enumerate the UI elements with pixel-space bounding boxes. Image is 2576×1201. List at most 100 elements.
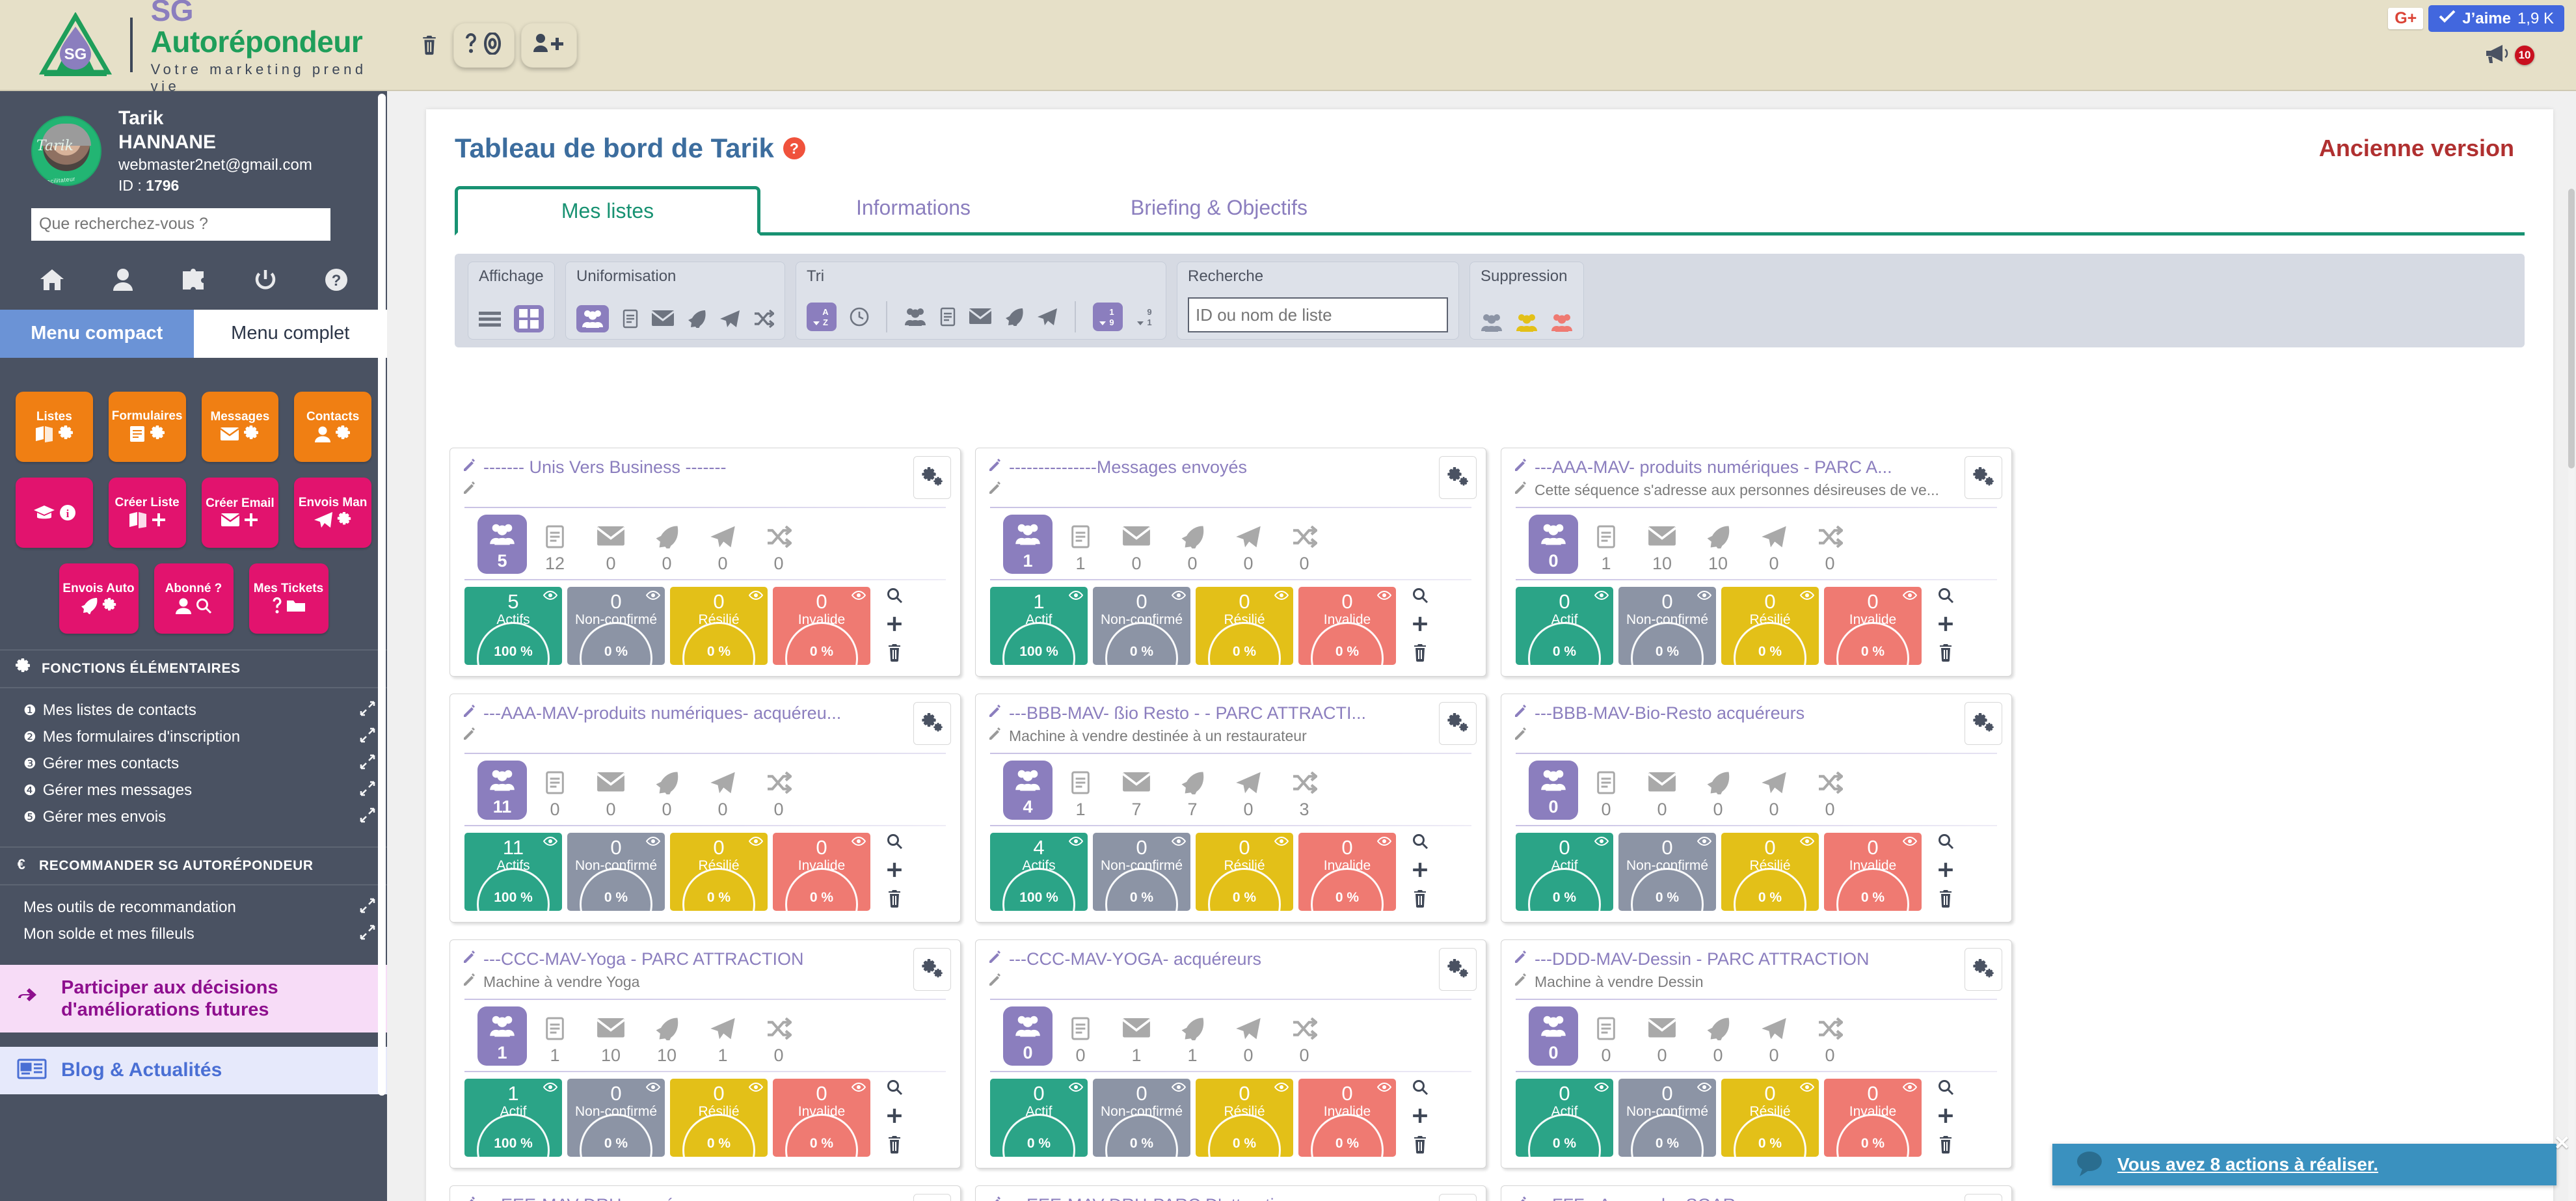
- trash-icon[interactable]: [887, 889, 902, 911]
- eye-icon[interactable]: [851, 1082, 866, 1096]
- google-plus-button[interactable]: G+: [2388, 7, 2424, 30]
- plus-icon[interactable]: [886, 1107, 903, 1127]
- card-metric-rocket-icon[interactable]: 0: [639, 767, 695, 820]
- status-box-green[interactable]: 11 Actifs 100 %: [464, 833, 562, 911]
- status-box-red[interactable]: 0 Invalide 0 %: [1298, 1079, 1396, 1157]
- status-box-green[interactable]: 5 Actifs 100 %: [464, 587, 562, 666]
- eye-icon[interactable]: [543, 590, 558, 604]
- tile-abonne[interactable]: Abonné ?: [154, 563, 234, 634]
- eye-icon[interactable]: [1697, 1082, 1712, 1096]
- trash-icon[interactable]: [887, 1135, 902, 1157]
- expand-icon[interactable]: [360, 701, 375, 721]
- list-card[interactable]: ---AAA-MAV-produits numériques- acquéreu…: [449, 694, 961, 923]
- eye-icon[interactable]: [1902, 1082, 1918, 1096]
- trash-icon[interactable]: [412, 28, 447, 62]
- tile-formation[interactable]: i: [16, 477, 93, 548]
- plus-icon[interactable]: [886, 615, 903, 636]
- edit-pencil-icon[interactable]: [987, 481, 1003, 499]
- card-metric-contacts-icon[interactable]: 0: [1529, 761, 1578, 820]
- card-metric-paperplane-icon[interactable]: 0: [1746, 521, 1802, 574]
- card-metric-contacts-icon[interactable]: 0: [1529, 1006, 1578, 1066]
- status-box-grey[interactable]: 0 Non-confirmé 0 %: [1093, 833, 1190, 911]
- tab-briefing-objectifs[interactable]: Briefing & Objectifs: [1066, 183, 1372, 232]
- eye-icon[interactable]: [1171, 1082, 1187, 1096]
- sidebar-item-mes-outils-de-recommandation[interactable]: Mes outils de recommandation: [23, 895, 375, 921]
- status-box-red[interactable]: 0 Invalide 0 %: [1298, 833, 1396, 911]
- list-card[interactable]: ---CCC-MAV-Yoga - PARC ATTRACTION Machine…: [449, 939, 961, 1168]
- status-box-grey[interactable]: 0 Non-confirmé 0 %: [1618, 587, 1716, 666]
- list-card[interactable]: ---EEE-MAV-DRH acquéreurs0000000Actif0 %…: [449, 1185, 961, 1201]
- card-metric-shuffle-icon[interactable]: 0: [1802, 767, 1858, 820]
- status-box-red[interactable]: 0 Invalide 0 %: [1824, 833, 1922, 911]
- card-metric-shuffle-icon[interactable]: 3: [1276, 767, 1332, 820]
- eye-icon[interactable]: [645, 1082, 661, 1096]
- tab-menu-compact[interactable]: Menu compact: [0, 309, 194, 358]
- plus-icon[interactable]: [1937, 615, 1954, 636]
- card-metric-rocket-icon[interactable]: 10: [639, 1013, 695, 1066]
- sidebar-scrollbar[interactable]: [378, 94, 386, 1096]
- list-card[interactable]: ---FFF - Apprendre SGAR0000000Actif0 %0N…: [1501, 1185, 2012, 1201]
- status-box-grey[interactable]: 0 Non-confirmé 0 %: [1618, 1079, 1716, 1157]
- edit-pencil-icon[interactable]: [462, 727, 477, 745]
- eye-icon[interactable]: [1274, 590, 1289, 604]
- edit-pencil-icon[interactable]: [1513, 1195, 1529, 1201]
- contacts-grey-icon[interactable]: [1481, 313, 1503, 332]
- plus-icon[interactable]: [886, 861, 903, 882]
- card-metric-paperplane-icon[interactable]: 0: [1746, 767, 1802, 820]
- card-metric-form-icon[interactable]: 1: [1578, 521, 1634, 574]
- card-metric-paperplane-icon[interactable]: 1: [695, 1013, 751, 1066]
- sidebar-item-mes-listes-de-contacts[interactable]: ❶ Mes listes de contacts: [23, 697, 375, 724]
- eye-icon[interactable]: [1068, 1082, 1084, 1096]
- eye-icon[interactable]: [1068, 590, 1084, 604]
- search-icon[interactable]: [886, 587, 903, 607]
- eye-icon[interactable]: [1594, 836, 1609, 850]
- status-box-yellow[interactable]: 0 Résilié 0 %: [1196, 1079, 1293, 1157]
- card-metric-shuffle-icon[interactable]: 0: [751, 521, 807, 574]
- status-box-yellow[interactable]: 0 Résilié 0 %: [670, 833, 768, 911]
- tile-contacts[interactable]: Contacts: [294, 391, 371, 462]
- avatar[interactable]: Tarik Le Facilitateur: [31, 115, 101, 186]
- status-box-yellow[interactable]: 0 Résilié 0 %: [670, 1079, 768, 1157]
- search-icon[interactable]: [1412, 1079, 1429, 1099]
- list-search-input[interactable]: [1188, 297, 1448, 332]
- brand-logo[interactable]: SG SG Autorépondeur Votre marketing pren…: [0, 0, 387, 94]
- status-box-grey[interactable]: 0 Non-confirmé 0 %: [567, 833, 665, 911]
- status-box-red[interactable]: 0 Invalide 0 %: [1298, 587, 1396, 666]
- card-metric-contacts-icon[interactable]: 1: [1003, 515, 1053, 574]
- tab-informations[interactable]: Informations: [760, 183, 1066, 232]
- edit-pencil-icon[interactable]: [462, 1195, 477, 1201]
- contacts-icon[interactable]: [904, 307, 926, 327]
- card-metric-envelope-icon[interactable]: 7: [1108, 767, 1164, 820]
- eye-icon[interactable]: [1171, 836, 1187, 850]
- contacts-yellow-icon[interactable]: [1516, 313, 1538, 332]
- eye-icon[interactable]: [1902, 590, 1918, 604]
- list-card[interactable]: ---EEE-MAV-DRH-PARC D'attraction0111000A…: [975, 1185, 1486, 1201]
- rocket-icon[interactable]: [687, 310, 706, 328]
- notification-badge[interactable]: 10: [2515, 45, 2534, 65]
- tile-envois-man[interactable]: Envois Man: [294, 477, 371, 548]
- tile-formulaires[interactable]: Formulaires: [108, 391, 186, 462]
- card-metric-envelope-icon[interactable]: 10: [1634, 521, 1690, 574]
- tile-mes-tickets[interactable]: Mes Tickets: [248, 563, 329, 634]
- eye-icon[interactable]: [1376, 1082, 1392, 1096]
- card-settings-button[interactable]: [1965, 1194, 2002, 1201]
- card-metric-paperplane-icon[interactable]: 0: [1746, 1013, 1802, 1066]
- card-metric-paperplane-icon[interactable]: 0: [1220, 521, 1276, 574]
- eye-icon[interactable]: [1594, 590, 1609, 604]
- paperplane-icon[interactable]: [719, 310, 740, 328]
- list-view-icon[interactable]: [479, 310, 501, 327]
- status-box-green[interactable]: 1 Actif 100 %: [464, 1079, 562, 1157]
- eye-icon[interactable]: [851, 590, 866, 604]
- eye-icon[interactable]: [1799, 1082, 1815, 1096]
- status-box-grey[interactable]: 0 Non-confirmé 0 %: [1618, 833, 1716, 911]
- list-card[interactable]: ---------------Messages envoyés 1 1 0 0 0 0 1 Ac…: [975, 448, 1486, 677]
- rocket-icon[interactable]: [1004, 308, 1024, 326]
- search-icon[interactable]: [1937, 1079, 1954, 1099]
- sidebar-item-gerer-mes-envois[interactable]: ❺ Gérer mes envois: [23, 804, 375, 831]
- eye-icon[interactable]: [1799, 590, 1815, 604]
- card-metric-envelope-icon[interactable]: 0: [1634, 767, 1690, 820]
- eye-icon[interactable]: [1697, 836, 1712, 850]
- eye-icon[interactable]: [1376, 590, 1392, 604]
- trash-icon[interactable]: [1938, 889, 1953, 911]
- list-card[interactable]: ---AAA-MAV- produits numériques - PARC A…: [1501, 448, 2012, 677]
